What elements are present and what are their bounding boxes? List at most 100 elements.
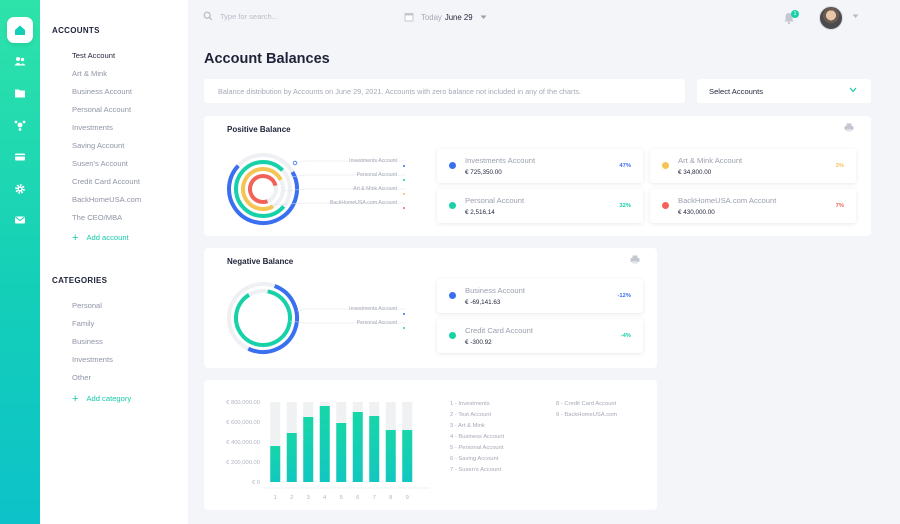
x-tick-label: 4	[323, 495, 327, 501]
stat-card[interactable]: Personal Account € 2,516,14 32%	[437, 189, 643, 223]
bar[interactable]	[319, 406, 330, 482]
mail-nav-button[interactable]	[7, 207, 33, 233]
mail-icon	[15, 216, 25, 224]
folder-nav-button[interactable]	[7, 80, 33, 106]
folder-icon	[15, 89, 25, 98]
card-nav-button[interactable]	[7, 144, 33, 170]
x-tick-label: 7	[373, 495, 376, 501]
sidebar-item-account[interactable]: Test Account	[72, 47, 141, 65]
chart-legend-item: 3 - Art & Mink	[450, 423, 485, 429]
printer-icon[interactable]	[844, 123, 854, 132]
chart-legend-item: 6 - Saving Account	[450, 456, 499, 462]
chart-legend: 1 - Investments 2 - Test Account 3 - Art &…	[450, 399, 504, 476]
date-picker[interactable]: Today June 29	[404, 12, 487, 22]
users-nav-button[interactable]	[7, 48, 33, 74]
stat-name: Credit Card Account	[465, 326, 533, 335]
sidebar-item-account[interactable]: Art & Mink	[72, 65, 141, 83]
chart-legend-item: 9 - BackHomeUSA.com	[556, 412, 618, 418]
calendar-icon	[404, 13, 414, 22]
stat-percent: 47%	[619, 163, 631, 169]
chart-legend-item: 4 - Business Account	[450, 434, 505, 440]
select-accounts-dropdown[interactable]: Select Accounts	[697, 79, 871, 103]
bar-chart-card: € 800,000.00 € 600,000.00 € 400,000.00 € 20…	[204, 380, 657, 510]
sidebar-item-account[interactable]: BackHomeUSA.com	[72, 191, 141, 209]
stat-card[interactable]: Art & Mink Account € 34,800.00 3%	[650, 149, 856, 183]
bar[interactable]	[352, 412, 363, 482]
x-tick-label: 2	[290, 495, 293, 501]
sidebar-item-account[interactable]: Saving Account	[72, 137, 141, 155]
stat-card[interactable]: Business Account € -69,141.63 -12%	[437, 279, 643, 313]
avatar[interactable]	[819, 6, 843, 30]
search-input[interactable]	[220, 11, 330, 21]
select-accounts-label: Select Accounts	[709, 87, 764, 96]
stat-value: € -300.92	[465, 339, 492, 346]
stat-card[interactable]: Credit Card Account € -300.92 -4%	[437, 319, 643, 353]
stat-value: € 34,800.00	[678, 169, 712, 176]
chart-legend-item: 2 - Test Account	[450, 412, 492, 418]
bar[interactable]	[385, 430, 396, 482]
add-category-link[interactable]: + Add category	[72, 392, 132, 405]
bar-chart: € 800,000.00 € 600,000.00 € 400,000.00 € 20…	[226, 400, 430, 501]
sidebar-item-account[interactable]: Susen's Account	[72, 155, 141, 173]
stat-value: € -69,141.63	[465, 299, 501, 306]
chevron-down-icon	[849, 87, 857, 93]
search-icon	[203, 11, 213, 21]
positive-balance-title: Positive Balance	[227, 125, 291, 134]
home-nav-button[interactable]	[7, 17, 33, 43]
bar[interactable]	[270, 446, 281, 482]
sidebar-item-category[interactable]: Business	[72, 333, 113, 351]
sidebar-item-account[interactable]: Credit Card Account	[72, 173, 141, 191]
legend-marker	[403, 179, 405, 181]
printer-icon[interactable]	[630, 255, 640, 264]
sidebar-item-account[interactable]: The CEO/MBA	[72, 209, 141, 227]
status-dot	[449, 332, 456, 339]
y-tick-label: € 400,000.00	[226, 440, 260, 446]
add-category-label: Add category	[86, 394, 132, 403]
sidebar-item-account[interactable]: Investments	[72, 119, 141, 137]
x-tick-label: 9	[406, 495, 409, 501]
bar[interactable]	[286, 433, 297, 482]
sidebar-item-account[interactable]: Business Account	[72, 83, 141, 101]
sidebar-item-category[interactable]: Personal	[72, 297, 113, 315]
today-label: Today	[421, 12, 442, 22]
positive-balance-card: Positive Balance Investments Account Per…	[204, 116, 871, 236]
plus-icon: +	[72, 392, 79, 405]
bar[interactable]	[303, 417, 314, 482]
chart-legend-item: 8 - Credit Card Account	[556, 401, 617, 407]
icon-rail	[0, 0, 40, 524]
users-icon	[14, 57, 26, 66]
notification-badge: 1	[791, 10, 799, 18]
sidebar-item-category[interactable]: Family	[72, 315, 113, 333]
chart-legend-item: 7 - Susen's Account	[450, 467, 502, 473]
search-bar	[203, 11, 330, 21]
settings-nav-button[interactable]	[7, 176, 33, 202]
network-nav-button[interactable]	[7, 112, 33, 138]
stat-name: Personal Account	[465, 196, 525, 205]
add-account-link[interactable]: + Add account	[72, 231, 129, 244]
accounts-section-title: ACCOUNTS	[52, 26, 100, 35]
plus-icon: +	[72, 231, 79, 244]
categories-list: Personal Family Business Investments Other	[72, 297, 113, 387]
bar[interactable]	[402, 430, 413, 482]
negative-balance-donut	[227, 282, 406, 354]
sidebar: ACCOUNTS Test Account Art & Mink Business …	[40, 0, 188, 524]
status-dot	[662, 202, 669, 209]
sidebar-item-account[interactable]: Personal Account	[72, 101, 141, 119]
bar[interactable]	[336, 423, 347, 482]
sidebar-item-category[interactable]: Other	[72, 369, 113, 387]
legend-label: Personal Account	[356, 320, 397, 326]
x-tick-label: 1	[274, 495, 277, 501]
network-icon	[14, 120, 26, 131]
stat-card[interactable]: Investments Account € 725,350.00 47%	[437, 149, 643, 183]
card-icon	[15, 153, 25, 161]
bar[interactable]	[369, 416, 380, 482]
legend-marker	[403, 165, 405, 167]
status-dot	[662, 162, 669, 169]
x-tick-label: 5	[340, 495, 343, 501]
chevron-down-icon[interactable]	[852, 14, 859, 19]
chart-legend-item: 1 - Investments	[450, 401, 490, 407]
stat-card[interactable]: BackHomeUSA.com Account € 430,000.00 7%	[650, 189, 856, 223]
sidebar-item-category[interactable]: Investments	[72, 351, 113, 369]
categories-section-title: CATEGORIES	[52, 276, 108, 285]
x-tick-label: 6	[356, 495, 359, 501]
